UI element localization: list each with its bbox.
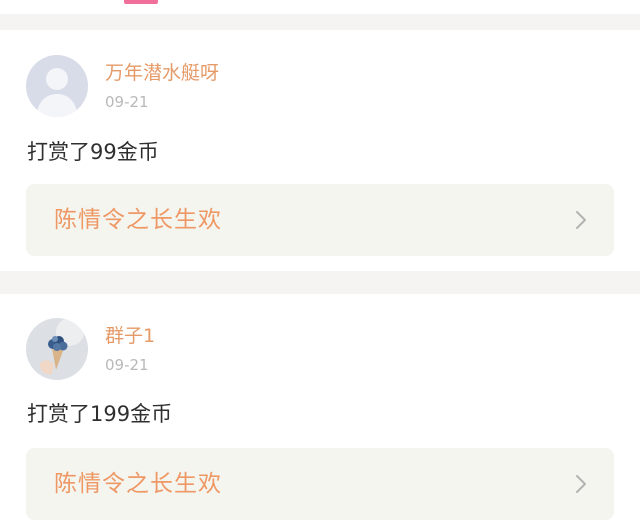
work-title: 陈情令之长生欢 — [54, 207, 222, 233]
reward-record-card: 万年潜水艇呀 09-21 打赏了99金币 陈情令之长生欢 — [0, 30, 640, 271]
username[interactable]: 群子1 — [105, 323, 155, 349]
user-avatar[interactable] — [26, 318, 88, 380]
work-title: 陈情令之长生欢 — [54, 471, 222, 497]
default-user-avatar-icon — [26, 55, 88, 117]
reward-message: 打赏了199金币 — [27, 402, 173, 426]
chevron-right-icon — [576, 475, 586, 493]
user-avatar[interactable] — [26, 55, 88, 117]
username[interactable]: 万年潜水艇呀 — [105, 60, 219, 86]
flower-cone-photo-icon — [26, 318, 88, 380]
active-tab-indicator — [124, 0, 158, 4]
chevron-right-icon — [576, 211, 586, 229]
work-link-button[interactable]: 陈情令之长生欢 — [26, 448, 614, 520]
work-link-button[interactable]: 陈情令之长生欢 — [26, 184, 614, 256]
post-date: 09-21 — [105, 93, 149, 111]
post-date: 09-21 — [105, 356, 149, 374]
reward-record-card: 群子1 09-21 打赏了199金币 陈情令之长生欢 — [0, 294, 640, 526]
reward-message: 打赏了99金币 — [27, 140, 159, 164]
top-tab-bar — [0, 0, 640, 14]
